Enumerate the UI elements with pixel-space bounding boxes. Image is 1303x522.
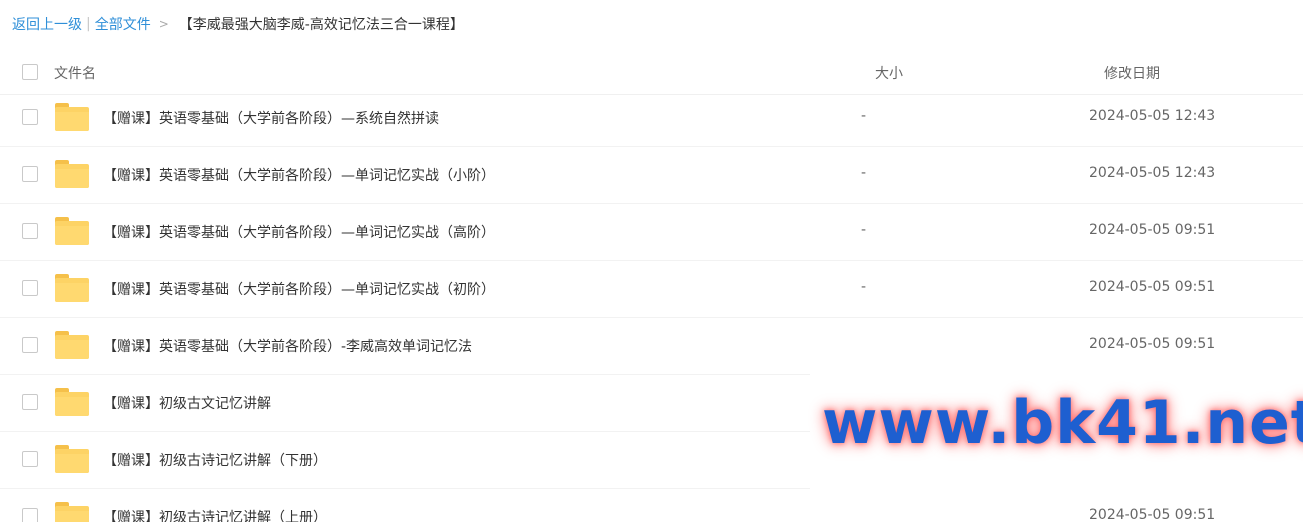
folder-icon bbox=[55, 160, 89, 188]
folder-icon bbox=[55, 217, 89, 245]
folder-icon bbox=[55, 502, 89, 522]
column-header-modified[interactable]: 修改日期 bbox=[1104, 63, 1160, 83]
file-browser: 返回上一级 | 全部文件 > 【李威最强大脑李威-高效记忆法三合一课程】 文件名… bbox=[0, 0, 1303, 522]
file-name[interactable]: 【赠课】英语零基础（大学前各阶段）—单词记忆实战（高阶） bbox=[103, 222, 495, 242]
folder-icon bbox=[55, 331, 89, 359]
watermark-text: www.bk41.net bbox=[822, 388, 1303, 458]
file-row[interactable]: 【赠课】英语零基础（大学前各阶段）-李威高效单词记忆法 2024-05-05 0… bbox=[0, 318, 1303, 375]
folder-icon bbox=[55, 103, 89, 131]
file-list-header: 文件名 大小 修改日期 bbox=[0, 50, 1303, 95]
back-link[interactable]: 返回上一级 bbox=[12, 14, 82, 34]
file-size: - bbox=[861, 279, 867, 295]
breadcrumb-current-folder: 【李威最强大脑李威-高效记忆法三合一课程】 bbox=[178, 17, 464, 33]
all-files-link[interactable]: 全部文件 bbox=[95, 14, 151, 34]
file-date: 2024-05-05 09:51 bbox=[1089, 279, 1216, 295]
column-header-name[interactable]: 文件名 bbox=[54, 63, 96, 83]
select-all-checkbox[interactable] bbox=[22, 64, 38, 80]
file-name[interactable]: 【赠课】初级古诗记忆讲解（下册） bbox=[103, 450, 327, 470]
row-checkbox[interactable] bbox=[22, 394, 38, 410]
file-name[interactable]: 【赠课】英语零基础（大学前各阶段）—单词记忆实战（小阶） bbox=[103, 165, 495, 185]
folder-icon bbox=[55, 388, 89, 416]
file-date: 2024-05-05 12:43 bbox=[1089, 108, 1216, 124]
breadcrumb-separator: | bbox=[86, 16, 91, 32]
file-date: 2024-05-05 09:51 bbox=[1089, 507, 1216, 522]
folder-icon bbox=[55, 274, 89, 302]
file-row[interactable]: 【赠课】英语零基础（大学前各阶段）—单词记忆实战（高阶） - 2024-05-0… bbox=[0, 204, 1303, 261]
file-size: - bbox=[861, 222, 867, 238]
folder-icon bbox=[55, 445, 89, 473]
breadcrumb-arrow-icon: > bbox=[158, 17, 169, 31]
row-checkbox[interactable] bbox=[22, 337, 38, 353]
file-row[interactable]: 【赠课】英语零基础（大学前各阶段）—单词记忆实战（初阶） - 2024-05-0… bbox=[0, 261, 1303, 318]
file-name[interactable]: 【赠课】初级古诗记忆讲解（上册） bbox=[103, 507, 327, 522]
column-header-size[interactable]: 大小 bbox=[875, 63, 903, 83]
file-row[interactable]: 【赠课】英语零基础（大学前各阶段）—单词记忆实战（小阶） - 2024-05-0… bbox=[0, 147, 1303, 204]
row-checkbox[interactable] bbox=[22, 223, 38, 239]
file-name[interactable]: 【赠课】英语零基础（大学前各阶段）—系统自然拼读 bbox=[103, 108, 439, 128]
file-date: 2024-05-05 09:51 bbox=[1089, 336, 1216, 352]
row-checkbox[interactable] bbox=[22, 508, 38, 522]
file-name[interactable]: 【赠课】英语零基础（大学前各阶段）-李威高效单词记忆法 bbox=[103, 336, 472, 356]
file-name[interactable]: 【赠课】初级古文记忆讲解 bbox=[103, 393, 271, 413]
row-checkbox[interactable] bbox=[22, 109, 38, 125]
row-checkbox[interactable] bbox=[22, 166, 38, 182]
row-checkbox[interactable] bbox=[22, 451, 38, 467]
file-date: 2024-05-05 12:43 bbox=[1089, 165, 1216, 181]
row-checkbox[interactable] bbox=[22, 280, 38, 296]
file-row[interactable]: 【赠课】英语零基础（大学前各阶段）—系统自然拼读 - 2024-05-05 12… bbox=[0, 90, 1303, 147]
file-size: - bbox=[861, 108, 867, 124]
file-size: - bbox=[861, 165, 867, 181]
file-date: 2024-05-05 09:51 bbox=[1089, 222, 1216, 238]
file-name[interactable]: 【赠课】英语零基础（大学前各阶段）—单词记忆实战（初阶） bbox=[103, 279, 495, 299]
breadcrumb: 返回上一级 | 全部文件 > 【李威最强大脑李威-高效记忆法三合一课程】 bbox=[12, 12, 464, 36]
